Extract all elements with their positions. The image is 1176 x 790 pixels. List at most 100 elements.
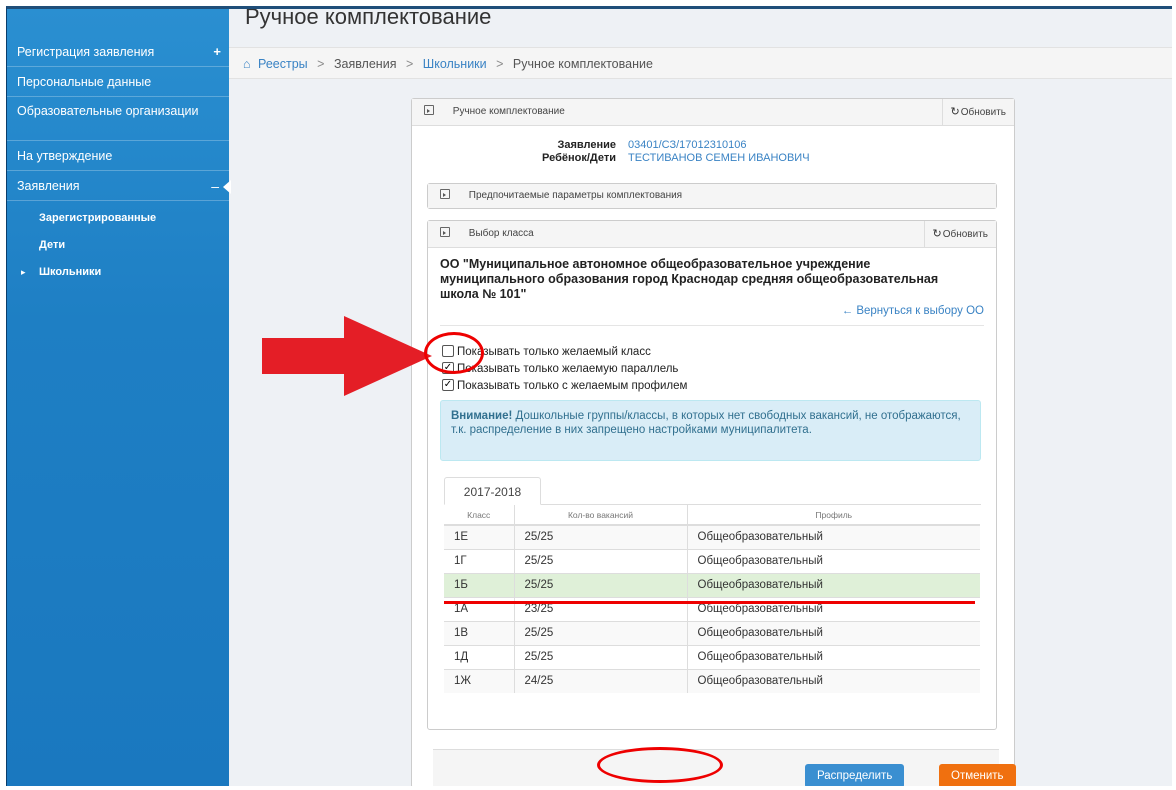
- checkbox[interactable]: ✓: [442, 378, 454, 391]
- checkbox-label: Показывать только желаемую параллель: [457, 363, 679, 375]
- cancel-button[interactable]: Отменить: [939, 764, 1016, 786]
- cell-profile: Общеобразовательный: [687, 620, 980, 645]
- cell-class: 1Е: [444, 524, 515, 549]
- checkbox-label: Показывать только желаемый класс: [457, 346, 651, 358]
- organization-name: ОО "Муниципальное автономное общеобразов…: [440, 257, 939, 301]
- red-arrow-annotation-icon: [262, 316, 432, 396]
- sidebar-item-label: Заявления: [17, 179, 80, 193]
- refresh-label: Обновить: [942, 229, 988, 240]
- back-to-org-link[interactable]: ← Вернуться к выбору ОО: [842, 305, 984, 317]
- sidebar-item-label: Регистрация заявления: [17, 45, 155, 59]
- cell-profile: Общеобразовательный: [687, 668, 980, 693]
- cell-vacancies: 25/25: [514, 572, 688, 597]
- cell-class: 1Г: [444, 548, 515, 573]
- breadcrumb-separator: >: [496, 57, 504, 71]
- sidebar-item-registration[interactable]: Регистрация заявления +: [7, 37, 229, 67]
- refresh-icon: ↻: [950, 106, 960, 118]
- selected-row-underline: [444, 601, 975, 604]
- cell-class: 1Д: [444, 644, 515, 669]
- breadcrumb: ⌂ Реестры > Заявления > Школьники > Ручн…: [229, 47, 1172, 79]
- arrow-left-icon: ←: [841, 305, 854, 317]
- classes-table: Класс Кол-во вакансий Профиль 1Е 25/25 О…: [444, 505, 980, 693]
- column-header-class[interactable]: Класс: [444, 505, 515, 526]
- refresh-icon: ↻: [932, 228, 942, 240]
- sidebar-item-label: На утверждение: [17, 149, 113, 163]
- column-header-vacancies[interactable]: Кол-во вакансий: [514, 505, 688, 526]
- caret-right-icon: ▸: [21, 267, 26, 277]
- alert-text: Дошкольные группы/классы, в которых нет …: [451, 410, 961, 436]
- sidebar-subitem-schoolchildren[interactable]: ▸ Школьники: [7, 259, 229, 286]
- minus-icon: –: [211, 178, 219, 194]
- cell-profile: Общеобразовательный: [687, 524, 980, 549]
- checkbox-highlight-circle: [424, 332, 484, 374]
- column-header-profile[interactable]: Профиль: [687, 505, 980, 526]
- breadcrumb-registries[interactable]: Реестры: [258, 57, 308, 71]
- breadcrumb-separator: >: [317, 57, 325, 71]
- breadcrumb-applications[interactable]: Заявления: [334, 57, 397, 71]
- table-row[interactable]: 1Ж 24/25 Общеобразовательный: [444, 668, 980, 693]
- cell-vacancies: 25/25: [514, 620, 688, 645]
- cell-profile: Общеобразовательный: [687, 644, 980, 669]
- breadcrumb-schoolchildren[interactable]: Школьники: [423, 57, 487, 71]
- refresh-button[interactable]: ↻Обновить: [923, 221, 996, 247]
- cell-vacancies: 25/25: [514, 524, 688, 549]
- sidebar-subitem-label: Зарегистрированные: [39, 212, 157, 224]
- page-title: Ручное комплектование: [245, 6, 492, 29]
- cell-class: 1Ж: [444, 668, 515, 693]
- tab-year[interactable]: 2017-2018: [444, 477, 541, 505]
- panel-title: Предпочитаемые параметры комплектования: [468, 190, 683, 201]
- cell-vacancies: 25/25: [514, 644, 688, 669]
- child-name-link[interactable]: ТЕСТИВАНОВ СЕМЕН ИВАНОВИЧ: [628, 152, 810, 164]
- sidebar-item-approval[interactable]: На утверждение: [7, 141, 229, 171]
- table-row-selected[interactable]: 1Б 25/25 Общеобразовательный: [444, 572, 980, 597]
- sidebar-item-organizations[interactable]: Образовательные организации: [7, 97, 229, 141]
- sidebar-item-personal-data[interactable]: Персональные данные: [7, 67, 229, 97]
- panel-header[interactable]: Предпочитаемые параметры комплектования: [428, 184, 996, 208]
- table-row[interactable]: 1Е 25/25 Общеобразовательный: [444, 524, 980, 549]
- button-highlight-circle: [597, 747, 723, 783]
- collapse-toggle-icon[interactable]: [440, 189, 450, 200]
- preferred-params-panel: Предпочитаемые параметры комплектования: [427, 183, 997, 209]
- sidebar-subitem-label: Школьники: [39, 266, 102, 278]
- back-link-label: Вернуться к выбору ОО: [856, 305, 984, 317]
- application-label: Заявление: [557, 139, 616, 151]
- divider: [440, 325, 984, 326]
- distribute-button[interactable]: Распределить: [805, 764, 905, 786]
- cell-class: 1Б: [444, 572, 515, 597]
- info-alert: Внимание! Дошкольные группы/классы, в ко…: [440, 400, 981, 461]
- main-content: Ручное комплектование ⌂ Реестры > Заявле…: [229, 9, 1172, 786]
- panel-title: Ручное комплектование: [452, 106, 565, 117]
- checkbox-label: Показывать только с желаемым профилем: [457, 380, 688, 392]
- sidebar-subitem-children[interactable]: Дети: [7, 232, 229, 259]
- cell-vacancies: 24/25: [514, 668, 688, 693]
- panel-header: Выбор класса ↻Обновить: [428, 221, 996, 248]
- home-icon[interactable]: ⌂: [243, 57, 251, 71]
- table-row[interactable]: 1Д 25/25 Общеобразовательный: [444, 644, 980, 669]
- sidebar-subitem-registered[interactable]: Зарегистрированные: [7, 205, 229, 232]
- application-number-link[interactable]: 03401/СЗ/17012310106: [628, 139, 746, 151]
- alert-title: Внимание!: [451, 410, 513, 422]
- table-header-row: Класс Кол-во вакансий Профиль: [444, 505, 980, 526]
- plus-icon: +: [213, 44, 221, 59]
- panel-title: Выбор класса: [468, 228, 534, 239]
- collapse-toggle-icon[interactable]: [424, 105, 434, 116]
- table-row[interactable]: 1В 25/25 Общеобразовательный: [444, 620, 980, 645]
- sidebar-item-applications[interactable]: Заявления –: [7, 171, 231, 201]
- refresh-label: Обновить: [960, 107, 1006, 118]
- app-window: Регистрация заявления + Персональные дан…: [6, 6, 1172, 786]
- collapse-toggle-icon[interactable]: [440, 227, 450, 238]
- sidebar-subitem-label: Дети: [39, 239, 66, 251]
- sidebar-item-label: Образовательные организации: [17, 104, 199, 118]
- cell-profile: Общеобразовательный: [687, 548, 980, 573]
- refresh-button[interactable]: ↻Обновить: [941, 99, 1014, 125]
- child-label: Ребёнок/Дети: [542, 152, 616, 164]
- panel-header: Ручное комплектование ↻Обновить: [412, 99, 1014, 126]
- sidebar: Регистрация заявления + Персональные дан…: [7, 9, 231, 786]
- cell-vacancies: 25/25: [514, 548, 688, 573]
- cell-class: 1В: [444, 620, 515, 645]
- sidebar-item-label: Персональные данные: [17, 75, 152, 89]
- application-info: Заявление 03401/СЗ/17012310106 Ребёнок/Де…: [480, 139, 810, 165]
- checkbox-desired-profile[interactable]: ✓ Показывать только с желаемым профилем: [442, 378, 688, 395]
- class-selection-panel: Выбор класса ↻Обновить ОО "Муниципальное…: [427, 220, 997, 730]
- table-row[interactable]: 1Г 25/25 Общеобразовательный: [444, 548, 980, 573]
